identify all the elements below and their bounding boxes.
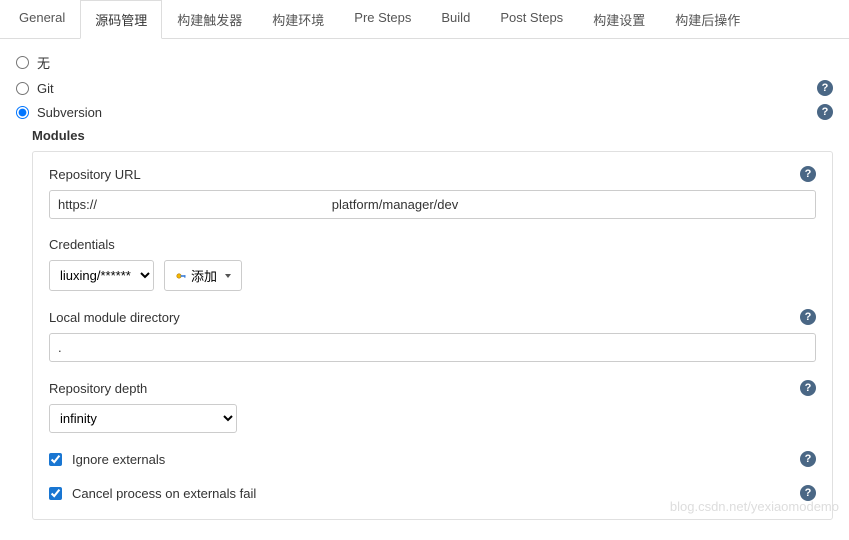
local-dir-group: Local module directory ? (49, 309, 816, 362)
tab-env[interactable]: 构建环境 (257, 0, 339, 38)
ignore-externals-checkbox[interactable] (49, 453, 62, 466)
modules-box: Repository URL ? Credentials liuxing/***… (32, 151, 833, 520)
help-icon[interactable]: ? (817, 104, 833, 120)
help-icon[interactable]: ? (800, 485, 816, 501)
tab-build[interactable]: Build (426, 0, 485, 38)
scm-svn-radio[interactable] (16, 106, 29, 119)
repo-url-group: Repository URL ? (49, 166, 816, 219)
tab-general[interactable]: General (4, 0, 80, 38)
key-icon (175, 270, 187, 282)
credentials-select[interactable]: liuxing/****** (49, 260, 154, 291)
help-icon[interactable]: ? (800, 166, 816, 182)
cancel-on-fail-row: Cancel process on externals fail ? (49, 485, 816, 501)
scm-none-radio[interactable] (16, 56, 29, 69)
depth-group: Repository depth ? infinity (49, 380, 816, 433)
scm-none-label: 无 (37, 53, 833, 72)
modules-heading: Modules (32, 128, 833, 143)
scm-git-row: Git ? (16, 80, 833, 96)
help-icon[interactable]: ? (800, 380, 816, 396)
repo-url-label: Repository URL (49, 167, 141, 182)
tab-pre-steps[interactable]: Pre Steps (339, 0, 426, 38)
cancel-on-fail-label: Cancel process on externals fail (72, 486, 800, 501)
content-area: 无 Git ? Subversion ? Modules Repository … (0, 39, 849, 540)
tab-bar: General 源码管理 构建触发器 构建环境 Pre Steps Build … (0, 0, 849, 39)
depth-label: Repository depth (49, 381, 147, 396)
help-icon[interactable]: ? (800, 451, 816, 467)
local-dir-input[interactable] (49, 333, 816, 362)
credentials-label: Credentials (49, 237, 115, 252)
scm-git-radio[interactable] (16, 82, 29, 95)
scm-svn-label: Subversion (37, 105, 817, 120)
tab-triggers[interactable]: 构建触发器 (162, 0, 257, 38)
tab-post-build[interactable]: 构建后操作 (660, 0, 755, 38)
help-icon[interactable]: ? (817, 80, 833, 96)
scm-none-row: 无 (16, 53, 833, 72)
ignore-externals-row: Ignore externals ? (49, 451, 816, 467)
tab-scm[interactable]: 源码管理 (80, 0, 162, 39)
credentials-group: Credentials liuxing/****** 添加 (49, 237, 816, 291)
repo-url-input[interactable] (49, 190, 816, 219)
help-icon[interactable]: ? (800, 309, 816, 325)
tab-post-steps[interactable]: Post Steps (485, 0, 578, 38)
add-credentials-button[interactable]: 添加 (164, 260, 242, 291)
local-dir-label: Local module directory (49, 310, 180, 325)
ignore-externals-label: Ignore externals (72, 452, 800, 467)
scm-svn-row: Subversion ? (16, 104, 833, 120)
tab-build-settings[interactable]: 构建设置 (578, 0, 660, 38)
scm-git-label: Git (37, 81, 817, 96)
cancel-on-fail-checkbox[interactable] (49, 487, 62, 500)
add-button-label: 添加 (191, 266, 217, 285)
depth-select[interactable]: infinity (49, 404, 237, 433)
